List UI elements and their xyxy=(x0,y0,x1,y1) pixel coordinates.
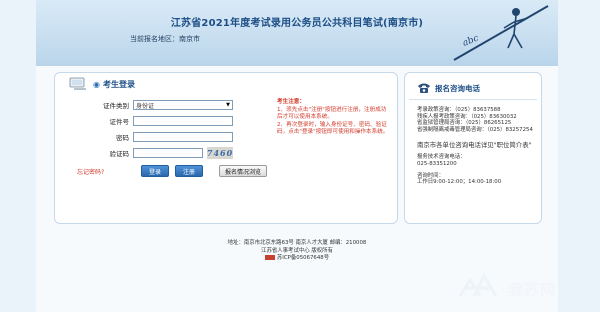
tech-support-phone: 025-83351200 xyxy=(417,160,457,167)
id-type-select[interactable]: 身份证 ▼ xyxy=(133,100,233,110)
captcha-input[interactable] xyxy=(133,148,203,158)
password-label: 密码 xyxy=(116,134,129,142)
hotline-body: 考录政策咨询：（025）83637588 残疾人报考政策咨询：（025）8363… xyxy=(417,107,537,186)
notice-item: 1、须先点击"注册"按钮进行注册，注册成功后才可以使用本系统。 xyxy=(277,106,387,121)
bullet-icon: ◉ xyxy=(93,79,100,89)
hotline-panel: 报名咨询电话 考录政策咨询：（025）83637588 残疾人报考政策咨询：（0… xyxy=(404,72,542,224)
notice-heading: 考生注意： xyxy=(277,99,305,105)
check-status-button[interactable]: 报名情况浏览 xyxy=(219,165,267,177)
current-region: 当前报名地区：南京市 xyxy=(130,34,200,44)
hotline-line: 考录政策咨询：（025）83637588 xyxy=(417,107,501,113)
login-heading: 考生登录 xyxy=(102,79,135,89)
site-watermark: 我苏网 xyxy=(456,266,556,300)
captcha-row: 验证码 7460 xyxy=(73,147,233,159)
header-banner: 江苏省2021年度考试录用公务员公共科目笔试(南京市) 当前报名地区：南京市 a… xyxy=(36,0,558,66)
page-footer: 地址：南京市北京东路63号 南京人才大厦 邮编：210008 江苏省人事考试中心… xyxy=(36,240,558,263)
captcha-image[interactable]: 7460 xyxy=(207,147,233,159)
hotline-header: 报名咨询电话 xyxy=(409,77,537,100)
login-panel-header: ◉ 考生登录 xyxy=(69,75,135,93)
city-hotline-note: 南京市各单位咨询电话详见"职位简介表" xyxy=(417,141,532,150)
hotline-heading: 报名咨询电话 xyxy=(435,83,480,93)
footer-icp-row: 苏ICP备05067648号 xyxy=(36,255,558,263)
page-container: 江苏省2021年度考试录用公务员公共科目笔试(南京市) 当前报名地区：南京市 a… xyxy=(36,0,558,312)
hotline-line: 省强制隔离戒毒管理局咨询：（025）83257254 xyxy=(417,126,533,133)
tech-support-label: 报务技术咨询电话： xyxy=(417,154,466,161)
region-label: 当前报名地区： xyxy=(130,35,179,43)
computer-icon xyxy=(69,77,86,90)
footer-address: 地址：南京市北京东路63号 南京人才大厦 邮编：210008 xyxy=(227,240,367,246)
icp-badge-icon xyxy=(264,255,275,260)
dropdown-arrow-icon: ▼ xyxy=(226,102,230,108)
watermark-logo-icon xyxy=(458,272,498,297)
password-input[interactable] xyxy=(133,132,233,142)
register-button[interactable]: 注册 xyxy=(175,165,203,177)
footer-copyright: 江苏省人事考试中心 版权所有 xyxy=(261,247,333,254)
login-button[interactable]: 登录 xyxy=(141,165,169,177)
hotline-line: 省监狱管理局咨询：（025）86265125 xyxy=(417,120,512,127)
id-number-row: 证件号 xyxy=(73,115,233,127)
pen-figure-illustration: abc xyxy=(453,5,549,61)
id-type-label: 证件类别 xyxy=(103,102,129,110)
id-number-input[interactable] xyxy=(133,116,233,126)
password-row: 密码 xyxy=(73,131,233,143)
region-value: 南京市 xyxy=(179,35,200,43)
forgot-password-link[interactable]: 忘记密码? xyxy=(77,167,104,176)
footer-icp: 苏ICP备05067648号 xyxy=(276,255,330,261)
notice-box: 考生注意： 1、须先点击"注册"按钮进行注册，注册成功后才可以使用本系统。 2、… xyxy=(277,99,389,137)
id-type-row: 证件类别 身份证 ▼ xyxy=(73,99,233,111)
telephone-icon xyxy=(418,83,430,93)
id-number-label: 证件号 xyxy=(109,118,130,126)
hours-value: 工作日9:00-12:00；14:00-18:00 xyxy=(417,179,502,186)
watermark-text: 我苏网 xyxy=(508,281,557,299)
captcha-label: 验证码 xyxy=(109,150,130,158)
login-panel: ◉ 考生登录 证件类别 身份证 ▼ 证件号 密码 验证码 7460 忘记密码? … xyxy=(54,72,398,224)
id-type-value: 身份证 xyxy=(136,102,155,110)
notice-item: 2、再次登录时，输入身份证号、密码、验证码，点击"登录"按钮即可使用和操作本系统… xyxy=(277,121,389,136)
